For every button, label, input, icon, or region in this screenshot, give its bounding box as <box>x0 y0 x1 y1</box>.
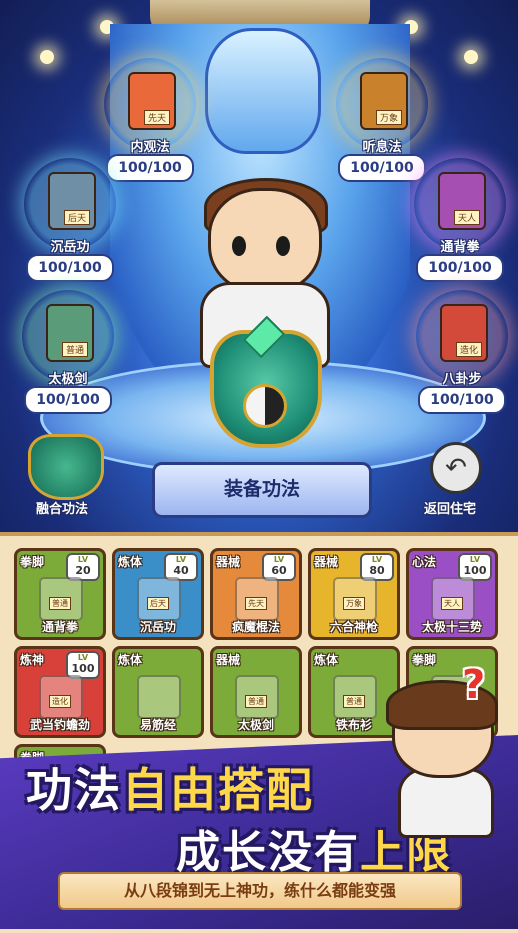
hero-eye <box>276 236 290 256</box>
rank-tag: 普通 <box>49 597 71 610</box>
skill-name: 内观法 <box>130 140 170 155</box>
level-value: 20 <box>75 564 91 577</box>
equipped-skill-slot[interactable]: 万象 听息法 100/100 <box>336 58 428 182</box>
skill-name: 听息法 <box>362 140 402 155</box>
fuse-skill-button[interactable]: 融合功法 <box>36 498 88 517</box>
rank-tag: 造化 <box>456 342 483 357</box>
skill-durability: 100/100 <box>26 254 114 282</box>
skill-name: 易筋经 <box>139 718 176 732</box>
skill-category: 拳脚 <box>20 555 45 569</box>
yin-yang-icon <box>243 384 287 428</box>
equipped-skill-slot[interactable]: 普通 太极剑 100/100 <box>22 290 114 414</box>
promo-headline-2-a: 成长没有 <box>176 827 360 878</box>
skill-category: 心法 <box>412 555 437 569</box>
level-value: 100 <box>463 564 487 577</box>
skill-category: 拳脚 <box>412 653 437 667</box>
rank-tag: 普通 <box>343 695 365 708</box>
rank-tag: 后天 <box>147 597 169 610</box>
fuse-skill-icon[interactable] <box>28 434 104 500</box>
return-home-button[interactable]: 返回住宅 <box>424 498 476 517</box>
skill-category: 炼体 <box>118 555 143 569</box>
skill-category: 器械 <box>216 653 241 667</box>
skill-durability: 100/100 <box>418 386 506 414</box>
skill-name: 通背拳 <box>440 240 480 255</box>
skill-name: 太极剑 <box>237 718 274 732</box>
rank-tag: 万象 <box>376 110 403 125</box>
rank-tag: 先天 <box>144 110 171 125</box>
rank-tag: 天人 <box>441 597 463 610</box>
rank-tag: 普通 <box>62 342 89 357</box>
skill-card[interactable]: 炼体 LV 40 后天 沉岳功 <box>112 548 204 640</box>
skill-card[interactable]: 拳脚 LV 20 普通 通背拳 <box>14 548 106 640</box>
question-mark-icon: ? <box>462 662 486 708</box>
skill-card[interactable]: 器械 LV 80 万象 六合神枪 <box>308 548 400 640</box>
skill-name: 疯魔棍法 <box>231 620 280 634</box>
skill-name: 太极剑 <box>48 372 88 387</box>
skill-book-icon <box>137 675 181 719</box>
skill-name: 通背拳 <box>41 620 78 634</box>
skill-name: 六合神枪 <box>329 620 378 634</box>
skill-name: 武当钓蟾劲 <box>29 718 90 732</box>
promo-headline-1-a: 功法 <box>26 763 122 817</box>
rank-tag: 造化 <box>49 695 71 708</box>
rank-tag: 先天 <box>245 597 267 610</box>
skill-card[interactable]: 器械普通太极剑 <box>210 646 302 738</box>
game-scene: 先天 内观法 100/100 万象 听息法 100/100 后天 沉岳功 100… <box>0 0 518 532</box>
equip-skill-button[interactable]: 装备功法 <box>152 462 372 518</box>
mascot-character <box>384 680 506 838</box>
skill-durability: 100/100 <box>338 154 426 182</box>
equipped-skill-slot[interactable]: 天人 通背拳 100/100 <box>414 158 506 282</box>
return-arrow-icon[interactable]: ↶ <box>430 442 482 494</box>
promo-subtitle: 从八段锦到无上神功，练什么都能变强 <box>58 872 462 910</box>
hero-eye <box>232 236 246 256</box>
level-value: 60 <box>271 564 287 577</box>
hero-character <box>208 188 322 294</box>
skill-category: 器械 <box>314 555 339 569</box>
skill-category: 器械 <box>216 555 241 569</box>
skill-card[interactable]: 炼神 LV 100 造化 武当钓蟾劲 <box>14 646 106 738</box>
rank-tag: 天人 <box>454 210 481 225</box>
skill-name: 八卦步 <box>442 372 482 387</box>
lamp-light <box>464 50 478 64</box>
mascot-hoodie <box>398 768 494 838</box>
skill-durability: 100/100 <box>24 386 112 414</box>
skill-card[interactable]: 心法 LV 100 天人 太极十三势 <box>406 548 498 640</box>
rank-tag: 普通 <box>245 695 267 708</box>
skill-name: 太极十三势 <box>421 620 482 634</box>
equipped-skill-slot[interactable]: 先天 内观法 100/100 <box>104 58 196 182</box>
level-value: 40 <box>173 564 189 577</box>
skill-category: 炼体 <box>118 653 143 667</box>
equipped-skill-slot[interactable]: 后天 沉岳功 100/100 <box>24 158 116 282</box>
skill-category: 炼体 <box>314 653 339 667</box>
skill-card[interactable]: 炼体易筋经 <box>112 646 204 738</box>
rank-tag: 后天 <box>64 210 91 225</box>
lamp-light <box>40 50 54 64</box>
level-value: 80 <box>369 564 385 577</box>
skill-name: 沉岳功 <box>139 620 176 634</box>
skill-category: 炼神 <box>20 653 45 667</box>
promo-headline-1-b: 自由搭配 <box>122 763 314 817</box>
skill-durability: 100/100 <box>416 254 504 282</box>
promo-headline-1: 功法自由搭配 <box>26 754 314 820</box>
skill-card[interactable]: 器械 LV 60 先天 疯魔棍法 <box>210 548 302 640</box>
equipped-skill-slot[interactable]: 造化 八卦步 100/100 <box>416 290 508 414</box>
level-value: 100 <box>71 662 95 675</box>
rank-tag: 万象 <box>343 597 365 610</box>
guardian-statue-head <box>205 28 321 154</box>
skill-name: 沉岳功 <box>50 240 90 255</box>
skill-durability: 100/100 <box>106 154 194 182</box>
